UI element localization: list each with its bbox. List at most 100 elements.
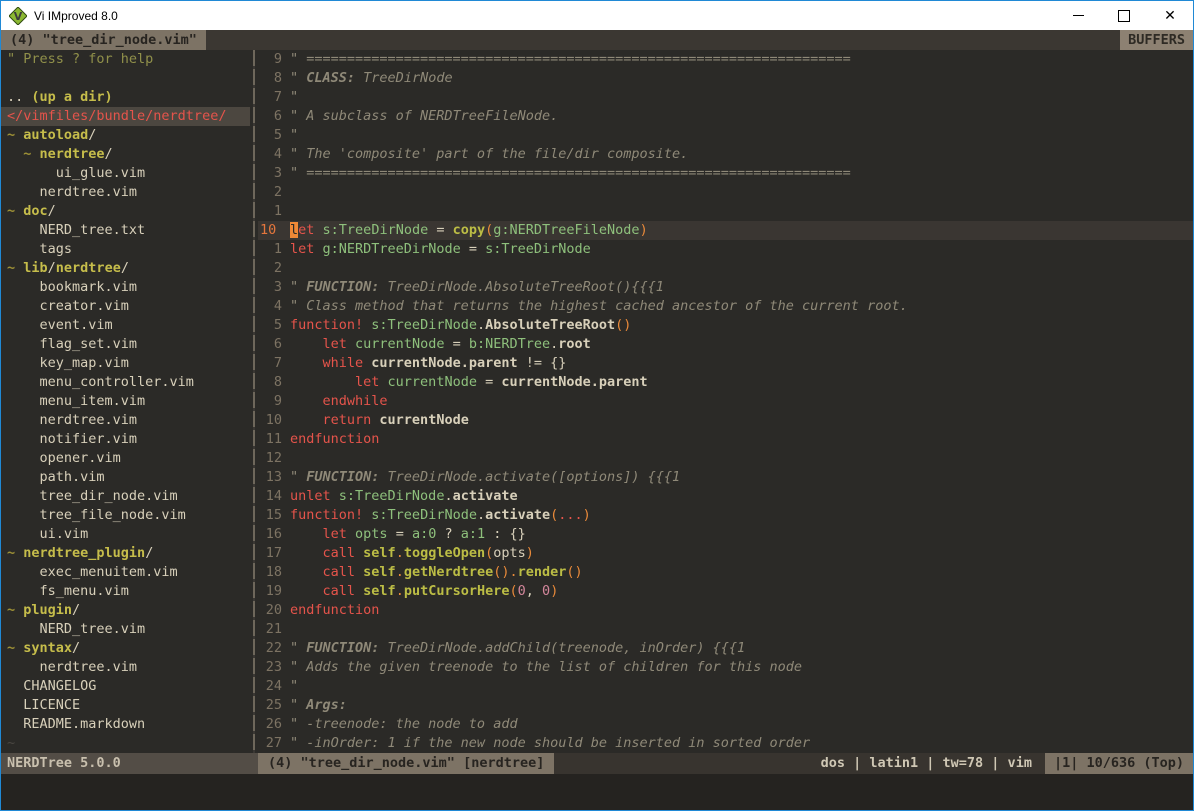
line-number: 26 [258, 715, 290, 734]
code-line[interactable]: 12 [258, 449, 1193, 468]
line-number: 20 [258, 601, 290, 620]
tree-item[interactable]: README.markdown [1, 715, 250, 734]
tree-item[interactable]: bookmark.vim [1, 278, 250, 297]
text-segment: AbsoluteTreeRoot [485, 317, 615, 333]
tree-root-item[interactable]: </vimfiles/bundle/nerdtree/ [1, 107, 250, 126]
tree-item[interactable]: NERD_tree.vim [1, 620, 250, 639]
statusbar: NERDTree 5.0.0 (4) "tree_dir_node.vim" [… [1, 753, 1193, 774]
code-line[interactable]: 2 [258, 183, 1193, 202]
tree-item[interactable]: " Press ? for help [1, 50, 250, 69]
code-line[interactable]: 6 let currentNode = b:NERDTree.root [258, 335, 1193, 354]
code-line[interactable]: 15function! s:TreeDirNode.activate(...) [258, 506, 1193, 525]
code-line[interactable]: 6" A subclass of NERDTreeFileNode. [258, 107, 1193, 126]
code-line[interactable]: 17 call self.toggleOpen(opts) [258, 544, 1193, 563]
code-line[interactable]: 18 call self.getNerdtree().render() [258, 563, 1193, 582]
tree-item[interactable]: path.vim [1, 468, 250, 487]
tree-item[interactable]: nerdtree.vim [1, 658, 250, 677]
code-line[interactable]: 2 [258, 259, 1193, 278]
code-line[interactable]: 5function! s:TreeDirNode.AbsoluteTreeRoo… [258, 316, 1193, 335]
tree-item[interactable]: ~ lib/nerdtree/ [1, 259, 250, 278]
code-line[interactable]: 21 [258, 620, 1193, 639]
close-button[interactable]: ✕ [1147, 1, 1193, 30]
tree-item[interactable]: menu_controller.vim [1, 373, 250, 392]
code-line[interactable]: 19 call self.putCursorHere(0, 0) [258, 582, 1193, 601]
maximize-button[interactable] [1101, 1, 1147, 30]
text-segment: self [363, 545, 396, 561]
tree-item[interactable]: event.vim [1, 316, 250, 335]
code-line[interactable]: 25" Args: [258, 696, 1193, 715]
tree-item[interactable]: ui_glue.vim [1, 164, 250, 183]
text-segment: , [526, 583, 542, 599]
line-number: 14 [258, 487, 290, 506]
tree-item[interactable]: ~ syntax/ [1, 639, 250, 658]
text-segment: flag_set.vim [7, 336, 137, 352]
text-segment: g:NERDTreeDirNode [323, 241, 461, 257]
tree-item[interactable] [1, 69, 250, 88]
command-line[interactable] [1, 774, 1193, 810]
code-line[interactable]: 27" -inOrder: 1 if the new node should b… [258, 734, 1193, 753]
code-line[interactable]: 10let s:TreeDirNode = copy(g:NERDTreeFil… [258, 221, 1193, 240]
minimize-button[interactable] [1055, 1, 1101, 30]
active-tab[interactable]: (4) "tree_dir_node.vim" [1, 30, 206, 50]
line-number: 25 [258, 696, 290, 715]
code-line[interactable]: 9 endwhile [258, 392, 1193, 411]
tree-item[interactable]: fs_menu.vim [1, 582, 250, 601]
code-line[interactable]: 23" Adds the given treenode to the list … [258, 658, 1193, 677]
code-line[interactable]: 22" FUNCTION: TreeDirNode.addChild(treen… [258, 639, 1193, 658]
tree-item[interactable]: ui.vim [1, 525, 250, 544]
code-line[interactable]: 24" [258, 677, 1193, 696]
code-line[interactable]: 4" The 'composite' part of the file/dir … [258, 145, 1193, 164]
tree-item[interactable]: ~ nerdtree/ [1, 145, 250, 164]
text-segment: NERD_tree.vim [7, 621, 145, 637]
tree-item[interactable]: notifier.vim [1, 430, 250, 449]
tree-item[interactable]: key_map.vim [1, 354, 250, 373]
tree-item[interactable]: CHANGELOG [1, 677, 250, 696]
text-segment: " Press ? for help [7, 51, 153, 67]
tree-item[interactable]: NERD_tree.txt [1, 221, 250, 240]
code-line[interactable]: 1 [258, 202, 1193, 221]
text-segment: ... [558, 507, 582, 523]
tree-item[interactable]: opener.vim [1, 449, 250, 468]
code-line[interactable]: 8 let currentNode = currentNode.parent [258, 373, 1193, 392]
text-segment: currentNode [388, 374, 477, 390]
text-segment: nerdtree.vim [7, 412, 137, 428]
code-line[interactable]: 9" =====================================… [258, 50, 1193, 69]
tree-item[interactable]: exec_menuitem.vim [1, 563, 250, 582]
line-number: 7 [258, 88, 290, 107]
tree-item[interactable]: nerdtree.vim [1, 183, 250, 202]
code-line[interactable]: 16 let opts = a:0 ? a:1 : {} [258, 525, 1193, 544]
tree-item[interactable]: tree_file_node.vim [1, 506, 250, 525]
tree-item[interactable]: LICENCE [1, 696, 250, 715]
code-line[interactable]: 3" =====================================… [258, 164, 1193, 183]
code-line[interactable]: 14unlet s:TreeDirNode.activate [258, 487, 1193, 506]
code-line[interactable]: 26" -treenode: the node to add [258, 715, 1193, 734]
code-line[interactable]: 11endfunction [258, 430, 1193, 449]
code-line[interactable]: 4" Class method that returns the highest… [258, 297, 1193, 316]
tree-item[interactable]: ~ autoload/ [1, 126, 250, 145]
tree-item[interactable]: tags [1, 240, 250, 259]
tree-item[interactable]: ~ nerdtree_plugin/ [1, 544, 250, 563]
tree-item[interactable]: flag_set.vim [1, 335, 250, 354]
tree-item[interactable]: ~ plugin/ [1, 601, 250, 620]
code-line[interactable]: 3" FUNCTION: TreeDirNode.AbsoluteTreeRoo… [258, 278, 1193, 297]
editor-statusline: (4) "tree_dir_node.vim" [nerdtree] dos |… [258, 753, 1193, 774]
tree-item[interactable]: ~ [1, 734, 250, 753]
code-line[interactable]: 1let g:NERDTreeDirNode = s:TreeDirNode [258, 240, 1193, 259]
tree-item[interactable]: tree_dir_node.vim [1, 487, 250, 506]
tree-item[interactable]: menu_item.vim [1, 392, 250, 411]
code-line[interactable]: 7" [258, 88, 1193, 107]
window-split-separator[interactable] [250, 50, 258, 753]
tree-item[interactable]: .. (up a dir) [1, 88, 250, 107]
tree-item[interactable]: ~ doc/ [1, 202, 250, 221]
code-line[interactable]: 20endfunction [258, 601, 1193, 620]
code-line[interactable]: 8" CLASS: TreeDirNode [258, 69, 1193, 88]
code-line[interactable]: 10 return currentNode [258, 411, 1193, 430]
code-line[interactable]: 5" [258, 126, 1193, 145]
tree-item[interactable]: creator.vim [1, 297, 250, 316]
text-segment: : {} [485, 526, 526, 542]
text-segment [355, 545, 363, 561]
text-segment: () [615, 317, 631, 333]
code-line[interactable]: 7 while currentNode.parent != {} [258, 354, 1193, 373]
tree-item[interactable]: nerdtree.vim [1, 411, 250, 430]
code-line[interactable]: 13" FUNCTION: TreeDirNode.activate([opti… [258, 468, 1193, 487]
